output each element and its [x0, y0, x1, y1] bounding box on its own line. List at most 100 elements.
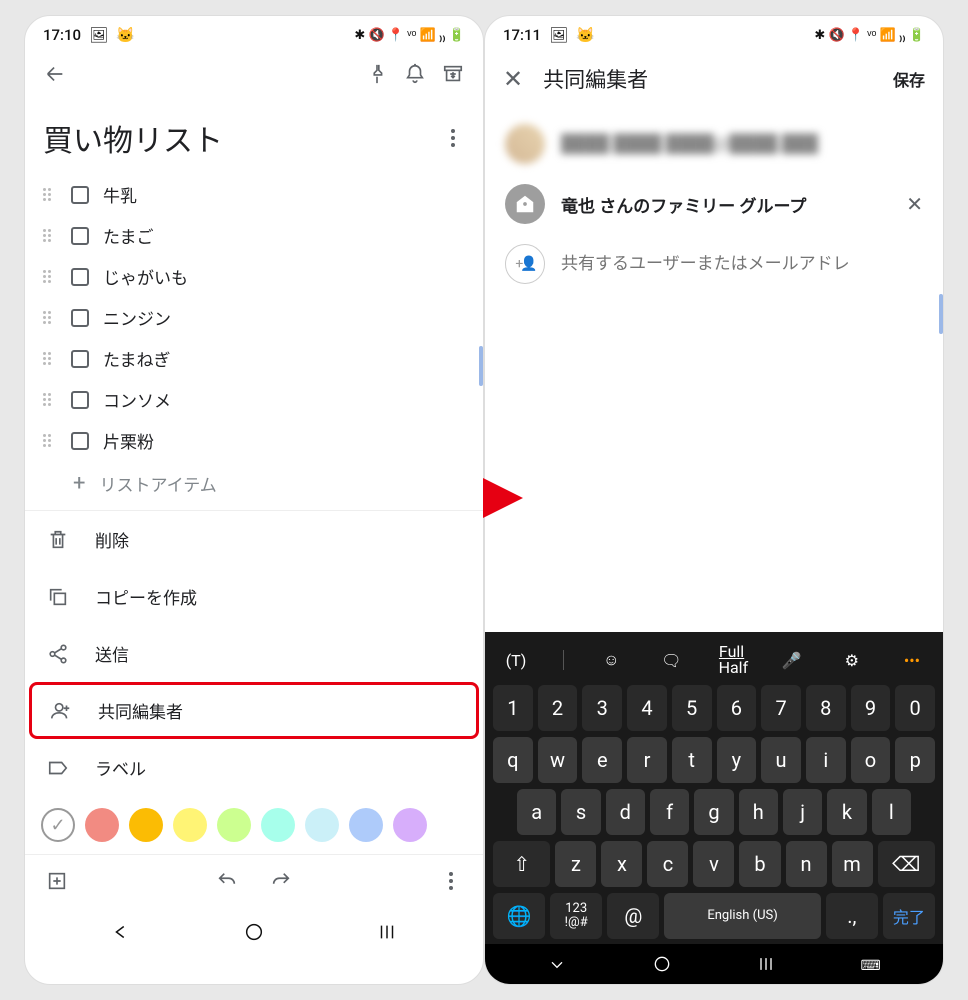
key-globe[interactable]: 🌐: [493, 893, 545, 939]
list-item[interactable]: たまねぎ: [43, 338, 465, 379]
nav-keyboard-icon[interactable]: ⌨: [861, 958, 881, 974]
kbd-cursor-icon[interactable]: (T): [503, 651, 529, 670]
key[interactable]: 4: [627, 685, 667, 731]
menu-collaborators[interactable]: 共同編集者: [29, 682, 479, 739]
key[interactable]: k: [827, 789, 866, 835]
kbd-settings-icon[interactable]: ⚙: [839, 651, 865, 670]
list-item[interactable]: たまご: [43, 215, 465, 256]
drag-handle-icon[interactable]: [43, 352, 57, 365]
key[interactable]: l: [872, 789, 911, 835]
key[interactable]: 5: [672, 685, 712, 731]
overflow-menu-icon[interactable]: [441, 129, 465, 147]
list-item[interactable]: コンソメ: [43, 379, 465, 420]
checkbox[interactable]: [71, 432, 89, 450]
key[interactable]: c: [647, 841, 688, 887]
add-collaborator-row[interactable]: [485, 234, 943, 294]
key-backspace[interactable]: ⌫: [878, 841, 935, 887]
key[interactable]: x: [601, 841, 642, 887]
key[interactable]: 8: [806, 685, 846, 731]
reminder-icon[interactable]: [403, 62, 427, 86]
key[interactable]: p: [895, 737, 935, 783]
key[interactable]: i: [806, 737, 846, 783]
color-swatch-purple[interactable]: [393, 808, 427, 842]
kbd-mic-icon[interactable]: 🎤: [779, 651, 805, 670]
key-space[interactable]: English (US): [664, 893, 820, 939]
nav-back-icon[interactable]: [547, 954, 567, 978]
menu-delete[interactable]: 削除: [25, 511, 483, 568]
key[interactable]: w: [538, 737, 578, 783]
key[interactable]: h: [739, 789, 778, 835]
key[interactable]: a: [517, 789, 556, 835]
key[interactable]: 9: [851, 685, 891, 731]
key[interactable]: 1: [493, 685, 533, 731]
key[interactable]: 2: [538, 685, 578, 731]
key-done[interactable]: 完了: [883, 893, 935, 939]
key[interactable]: g: [694, 789, 733, 835]
kbd-fullhalf-toggle[interactable]: FullHalf: [719, 644, 745, 676]
drag-handle-icon[interactable]: [43, 188, 57, 201]
color-swatch-teal[interactable]: [261, 808, 295, 842]
checkbox[interactable]: [71, 391, 89, 409]
color-swatch-green[interactable]: [217, 808, 251, 842]
key-symbols[interactable]: 123 !@#: [550, 893, 602, 939]
key[interactable]: j: [783, 789, 822, 835]
drag-handle-icon[interactable]: [43, 434, 57, 447]
key[interactable]: n: [786, 841, 827, 887]
save-button[interactable]: 保存: [893, 67, 925, 91]
key[interactable]: t: [672, 737, 712, 783]
drag-handle-icon[interactable]: [43, 229, 57, 242]
key[interactable]: q: [493, 737, 533, 783]
add-content-icon[interactable]: [45, 869, 69, 893]
color-swatch-yellow[interactable]: [173, 808, 207, 842]
key-period[interactable]: .,: [826, 893, 878, 939]
color-swatch-cyan[interactable]: [305, 808, 339, 842]
kbd-more-icon[interactable]: •••: [899, 651, 925, 670]
add-list-item[interactable]: +リストアイテム: [43, 461, 465, 510]
key[interactable]: z: [555, 841, 596, 887]
nav-back-icon[interactable]: [110, 921, 132, 947]
color-swatch-orange[interactable]: [129, 808, 163, 842]
list-item[interactable]: ニンジン: [43, 297, 465, 338]
menu-labels[interactable]: ラベル: [25, 739, 483, 796]
key[interactable]: s: [561, 789, 600, 835]
key[interactable]: o: [851, 737, 891, 783]
kbd-sticker-icon[interactable]: 🗨: [658, 651, 684, 670]
note-title[interactable]: 買い物リスト: [43, 116, 441, 160]
key[interactable]: 3: [582, 685, 622, 731]
checkbox[interactable]: [71, 227, 89, 245]
key[interactable]: m: [832, 841, 873, 887]
checkbox[interactable]: [71, 309, 89, 327]
key[interactable]: e: [582, 737, 622, 783]
pin-icon[interactable]: [365, 62, 389, 86]
menu-copy[interactable]: コピーを作成: [25, 568, 483, 625]
key[interactable]: u: [761, 737, 801, 783]
collaborator-input[interactable]: [561, 254, 923, 274]
color-swatch-white[interactable]: [41, 808, 75, 842]
kbd-emoji-icon[interactable]: ☺: [598, 650, 624, 670]
key-at[interactable]: @: [607, 893, 659, 939]
drag-handle-icon[interactable]: [43, 393, 57, 406]
nav-recents-icon[interactable]: [756, 954, 776, 978]
key[interactable]: b: [739, 841, 780, 887]
nav-recents-icon[interactable]: [376, 921, 398, 947]
key[interactable]: 0: [895, 685, 935, 731]
key[interactable]: f: [650, 789, 689, 835]
more-icon[interactable]: [439, 872, 463, 890]
color-swatch-blue[interactable]: [349, 808, 383, 842]
checkbox[interactable]: [71, 350, 89, 368]
redo-icon[interactable]: [269, 869, 293, 893]
back-icon[interactable]: [43, 62, 67, 86]
key[interactable]: 7: [761, 685, 801, 731]
close-icon[interactable]: ✕: [503, 65, 523, 93]
list-item[interactable]: 片栗粉: [43, 420, 465, 461]
color-swatch-red[interactable]: [85, 808, 119, 842]
key[interactable]: v: [693, 841, 734, 887]
nav-home-icon[interactable]: [243, 921, 265, 947]
key[interactable]: d: [606, 789, 645, 835]
key-shift[interactable]: ⇧: [493, 841, 550, 887]
key[interactable]: y: [717, 737, 757, 783]
archive-icon[interactable]: [441, 62, 465, 86]
key[interactable]: r: [627, 737, 667, 783]
list-item[interactable]: 牛乳: [43, 174, 465, 215]
drag-handle-icon[interactable]: [43, 270, 57, 283]
